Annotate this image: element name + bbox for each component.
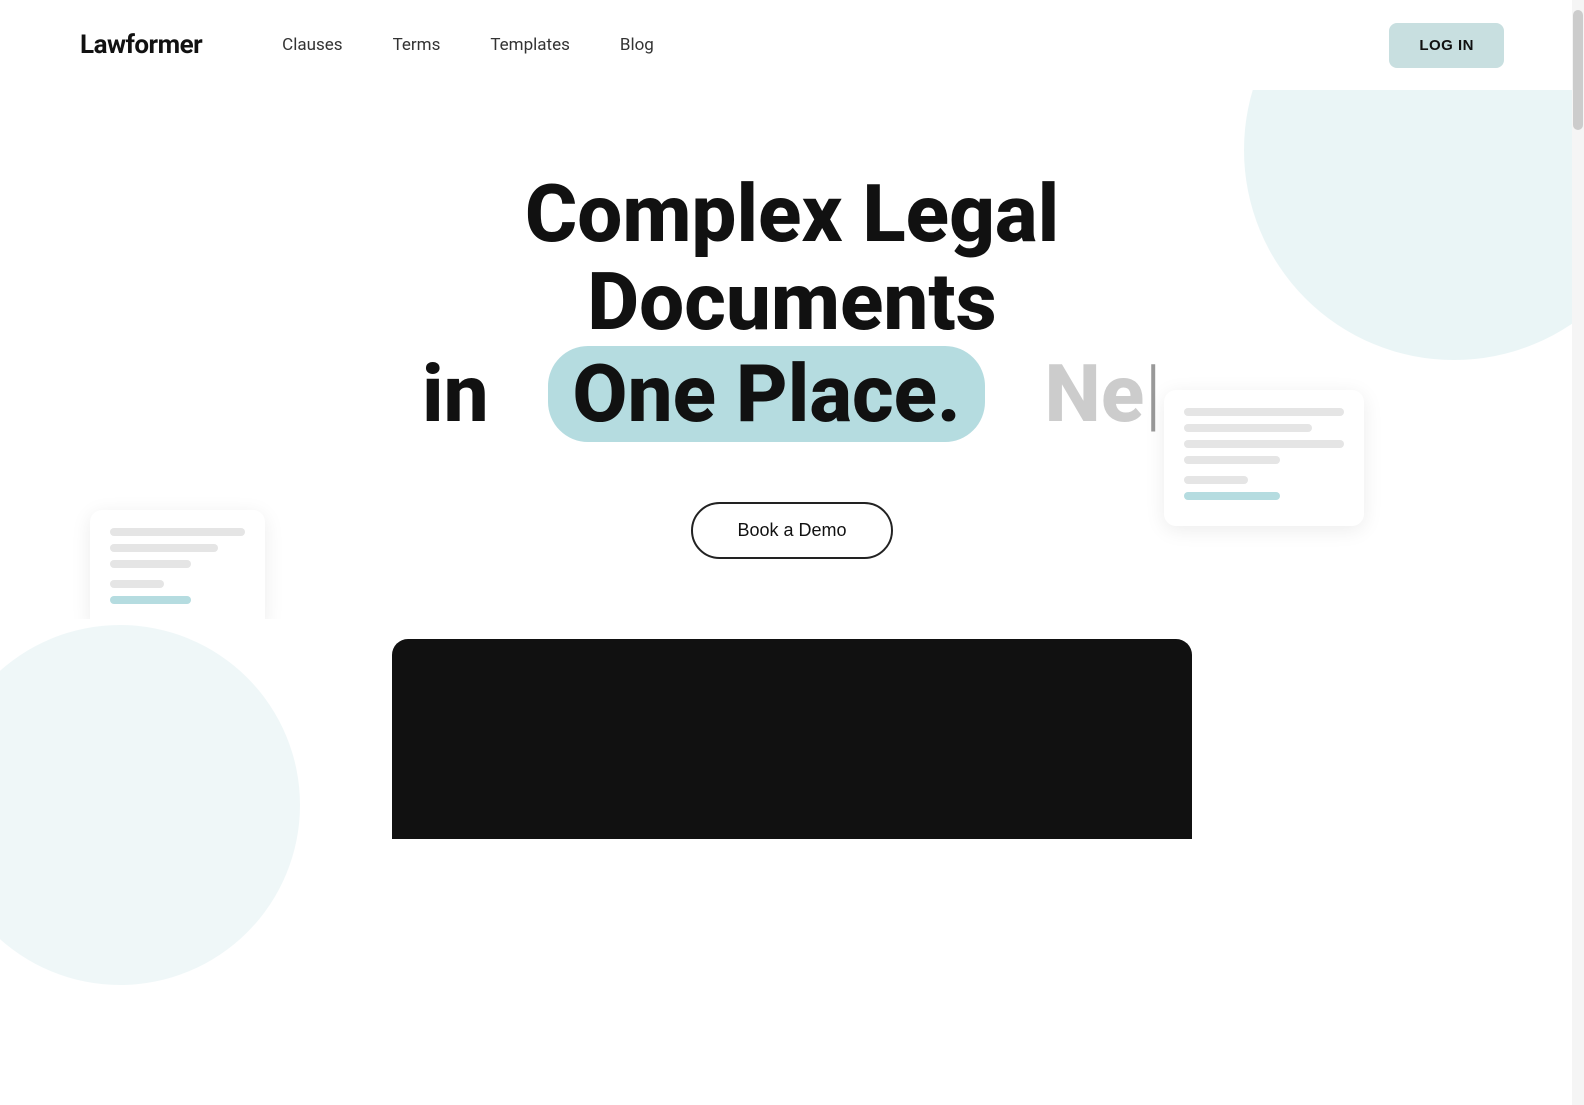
nav-templates[interactable]: Templates	[490, 35, 570, 55]
login-button[interactable]: LOG IN	[1389, 23, 1504, 68]
doc-line	[1184, 440, 1344, 448]
logo[interactable]: Lawformer	[80, 30, 202, 60]
doc-line	[1184, 408, 1344, 416]
doc-line	[1184, 424, 1312, 432]
video-placeholder[interactable]	[392, 639, 1192, 839]
doc-line-accent	[110, 596, 191, 604]
doc-line	[110, 580, 164, 588]
doc-line	[1184, 476, 1248, 484]
navbar: Lawformer Clauses Terms Templates Blog L…	[0, 0, 1584, 90]
hero-section: Complex Legal Documents in One Place. Ne…	[0, 90, 1584, 619]
video-section	[0, 619, 1584, 839]
scrollbar-track	[1572, 0, 1584, 1105]
hero-title: Complex Legal Documents in One Place. Ne…	[342, 170, 1242, 442]
floating-doc-card-left	[90, 510, 265, 619]
scrollbar-thumb[interactable]	[1573, 10, 1583, 130]
hero-highlight: One Place.	[548, 346, 984, 442]
doc-line	[110, 544, 218, 552]
hero-typing-text: Ne	[1045, 347, 1145, 441]
doc-line	[1184, 456, 1280, 464]
book-demo-button[interactable]: Book a Demo	[691, 502, 892, 559]
doc-line-accent	[1184, 492, 1280, 500]
hero-line1: Complex Legal Documents	[525, 167, 1059, 349]
hero-typing: Ne|	[1045, 347, 1162, 441]
doc-line	[110, 528, 245, 536]
nav-terms[interactable]: Terms	[393, 35, 441, 55]
doc-line	[110, 560, 191, 568]
hero-line2-prefix: in	[422, 347, 489, 441]
floating-doc-card-right	[1164, 390, 1364, 526]
nav-links: Clauses Terms Templates Blog	[282, 35, 1389, 55]
nav-clauses[interactable]: Clauses	[282, 35, 342, 55]
nav-blog[interactable]: Blog	[620, 35, 654, 55]
cursor: |	[1144, 347, 1162, 441]
